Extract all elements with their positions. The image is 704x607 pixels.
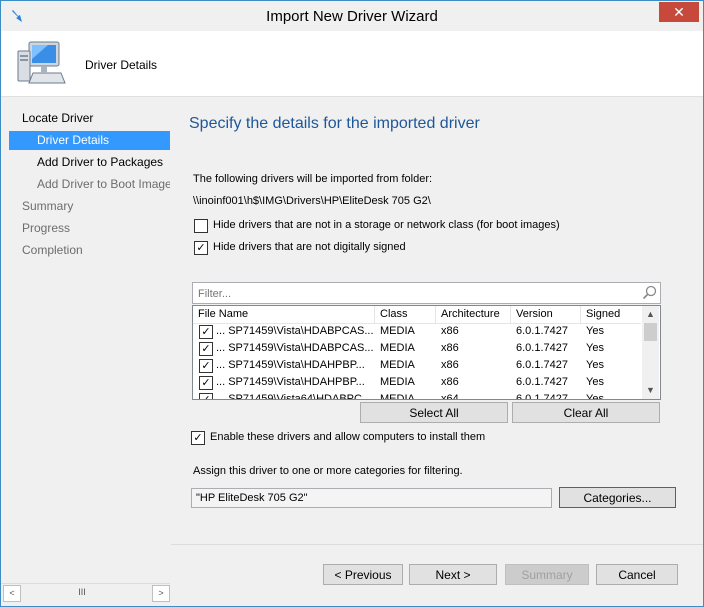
nav-item-driver-details[interactable]: Driver Details xyxy=(9,131,170,150)
cell-architecture: x86 xyxy=(441,325,459,337)
table-row[interactable]: ✓ ... SP71459\Vista64\HDABPC... MEDIA x6… xyxy=(193,391,641,400)
cell-signed: Yes xyxy=(586,376,604,388)
nav-item-summary: Summary xyxy=(22,199,74,213)
cell-file-name: ... SP71459\Vista\HDABPCAS... xyxy=(216,325,373,337)
cell-architecture: x64 xyxy=(441,393,459,400)
cell-architecture: x86 xyxy=(441,376,459,388)
next-button[interactable]: Next > xyxy=(409,564,497,585)
grid-vertical-scrollbar[interactable]: ▲ ▼ xyxy=(642,306,659,399)
cell-class: MEDIA xyxy=(380,393,415,400)
computer-icon xyxy=(17,41,66,84)
cell-class: MEDIA xyxy=(380,342,415,354)
categories-button[interactable]: Categories... xyxy=(559,487,676,508)
row-checkbox[interactable]: ✓ xyxy=(199,359,213,373)
summary-button: Summary xyxy=(505,564,589,585)
folder-label: The following drivers will be imported f… xyxy=(193,173,433,185)
assign-categories-label: Assign this driver to one or more catego… xyxy=(193,465,463,477)
cell-version: 6.0.1.7427 xyxy=(516,393,568,400)
nav-item-completion: Completion xyxy=(22,243,83,257)
cell-signed: Yes xyxy=(586,342,604,354)
cell-class: MEDIA xyxy=(380,325,415,337)
cell-version: 6.0.1.7427 xyxy=(516,325,568,337)
row-checkbox[interactable]: ✓ xyxy=(199,376,213,390)
filter-input[interactable] xyxy=(196,285,630,302)
search-icon[interactable] xyxy=(642,285,657,300)
cell-signed: Yes xyxy=(586,393,604,400)
cell-class: MEDIA xyxy=(380,359,415,371)
close-button[interactable]: ✕ xyxy=(659,2,699,22)
cell-version: 6.0.1.7427 xyxy=(516,342,568,354)
cell-version: 6.0.1.7427 xyxy=(516,376,568,388)
folder-path: \\inoinf001\h$\IMG\Drivers\HP\EliteDesk … xyxy=(193,195,431,207)
cell-architecture: x86 xyxy=(441,359,459,371)
nav-item-add-driver-to-boot-images: Add Driver to Boot Images xyxy=(37,177,170,191)
previous-button[interactable]: < Previous xyxy=(323,564,403,585)
title-bar: Import New Driver Wizard ✕ xyxy=(1,1,703,31)
nav-horizontal-scrollbar[interactable]: < III > xyxy=(1,583,170,602)
cell-file-name: ... SP71459\Vista64\HDABPC... xyxy=(216,393,372,400)
row-checkbox[interactable]: ✓ xyxy=(199,342,213,356)
cell-file-name: ... SP71459\Vista\HDAHPBP... xyxy=(216,359,365,371)
clear-all-button[interactable]: Clear All xyxy=(512,402,660,423)
filter-box[interactable] xyxy=(192,282,661,304)
hide-storage-checkbox[interactable] xyxy=(194,219,208,233)
column-signed[interactable]: Signed xyxy=(581,306,641,323)
nav-item-progress: Progress xyxy=(22,221,71,235)
enable-drivers-label[interactable]: Enable these drivers and allow computers… xyxy=(210,431,485,443)
enable-drivers-checkbox[interactable]: ✓ xyxy=(191,431,205,445)
column-version[interactable]: Version xyxy=(511,306,581,323)
window-title: Import New Driver Wizard xyxy=(266,8,438,25)
scroll-left-icon[interactable]: < xyxy=(3,585,21,602)
table-row[interactable]: ✓ ... SP71459\Vista\HDABPCAS... MEDIA x8… xyxy=(193,340,641,357)
categories-field: "HP EliteDesk 705 G2" xyxy=(191,488,552,508)
driver-grid[interactable]: File Name Class Architecture Version Sig… xyxy=(192,305,661,400)
grid-header: File Name Class Architecture Version Sig… xyxy=(193,306,641,324)
nav-item-add-driver-to-packages[interactable]: Add Driver to Packages xyxy=(1,153,170,172)
cell-file-name: ... SP71459\Vista\HDABPCAS... xyxy=(216,342,373,354)
cancel-button[interactable]: Cancel xyxy=(596,564,678,585)
cell-class: MEDIA xyxy=(380,376,415,388)
table-row[interactable]: ✓ ... SP71459\Vista\HDAHPBP... MEDIA x86… xyxy=(193,374,641,391)
row-checkbox[interactable]: ✓ xyxy=(199,393,213,399)
hide-unsigned-checkbox[interactable]: ✓ xyxy=(194,241,208,255)
scroll-thumb[interactable] xyxy=(644,323,657,341)
scroll-thumb[interactable]: III xyxy=(73,588,91,597)
cell-signed: Yes xyxy=(586,359,604,371)
cell-file-name: ... SP71459\Vista\HDAHPBP... xyxy=(216,376,365,388)
nav-item-locate-driver[interactable]: Locate Driver xyxy=(1,109,170,128)
scroll-right-icon[interactable]: > xyxy=(152,585,170,602)
cell-architecture: x86 xyxy=(441,342,459,354)
table-row[interactable]: ✓ ... SP71459\Vista\HDABPCAS... MEDIA x8… xyxy=(193,323,641,340)
page-title: Specify the details for the imported dri… xyxy=(189,115,480,132)
column-architecture[interactable]: Architecture xyxy=(436,306,511,323)
row-checkbox[interactable]: ✓ xyxy=(199,325,213,339)
column-file-name[interactable]: File Name xyxy=(193,306,375,323)
cell-signed: Yes xyxy=(586,325,604,337)
wizard-nav: Locate Driver Driver Details Add Driver … xyxy=(1,97,170,583)
wizard-window: Import New Driver Wizard ✕ Driver Detail… xyxy=(0,0,704,607)
scroll-down-icon[interactable]: ▼ xyxy=(642,382,659,399)
wizard-header: Driver Details xyxy=(1,31,703,97)
hide-storage-label[interactable]: Hide drivers that are not in a storage o… xyxy=(213,219,560,231)
column-class[interactable]: Class xyxy=(375,306,436,323)
hide-unsigned-label[interactable]: Hide drivers that are not digitally sign… xyxy=(213,241,406,253)
scroll-up-icon[interactable]: ▲ xyxy=(642,306,659,323)
table-row[interactable]: ✓ ... SP71459\Vista\HDAHPBP... MEDIA x86… xyxy=(193,357,641,374)
select-all-button[interactable]: Select All xyxy=(360,402,508,423)
header-step-title: Driver Details xyxy=(85,58,158,72)
footer-divider xyxy=(171,544,703,545)
cell-version: 6.0.1.7427 xyxy=(516,359,568,371)
